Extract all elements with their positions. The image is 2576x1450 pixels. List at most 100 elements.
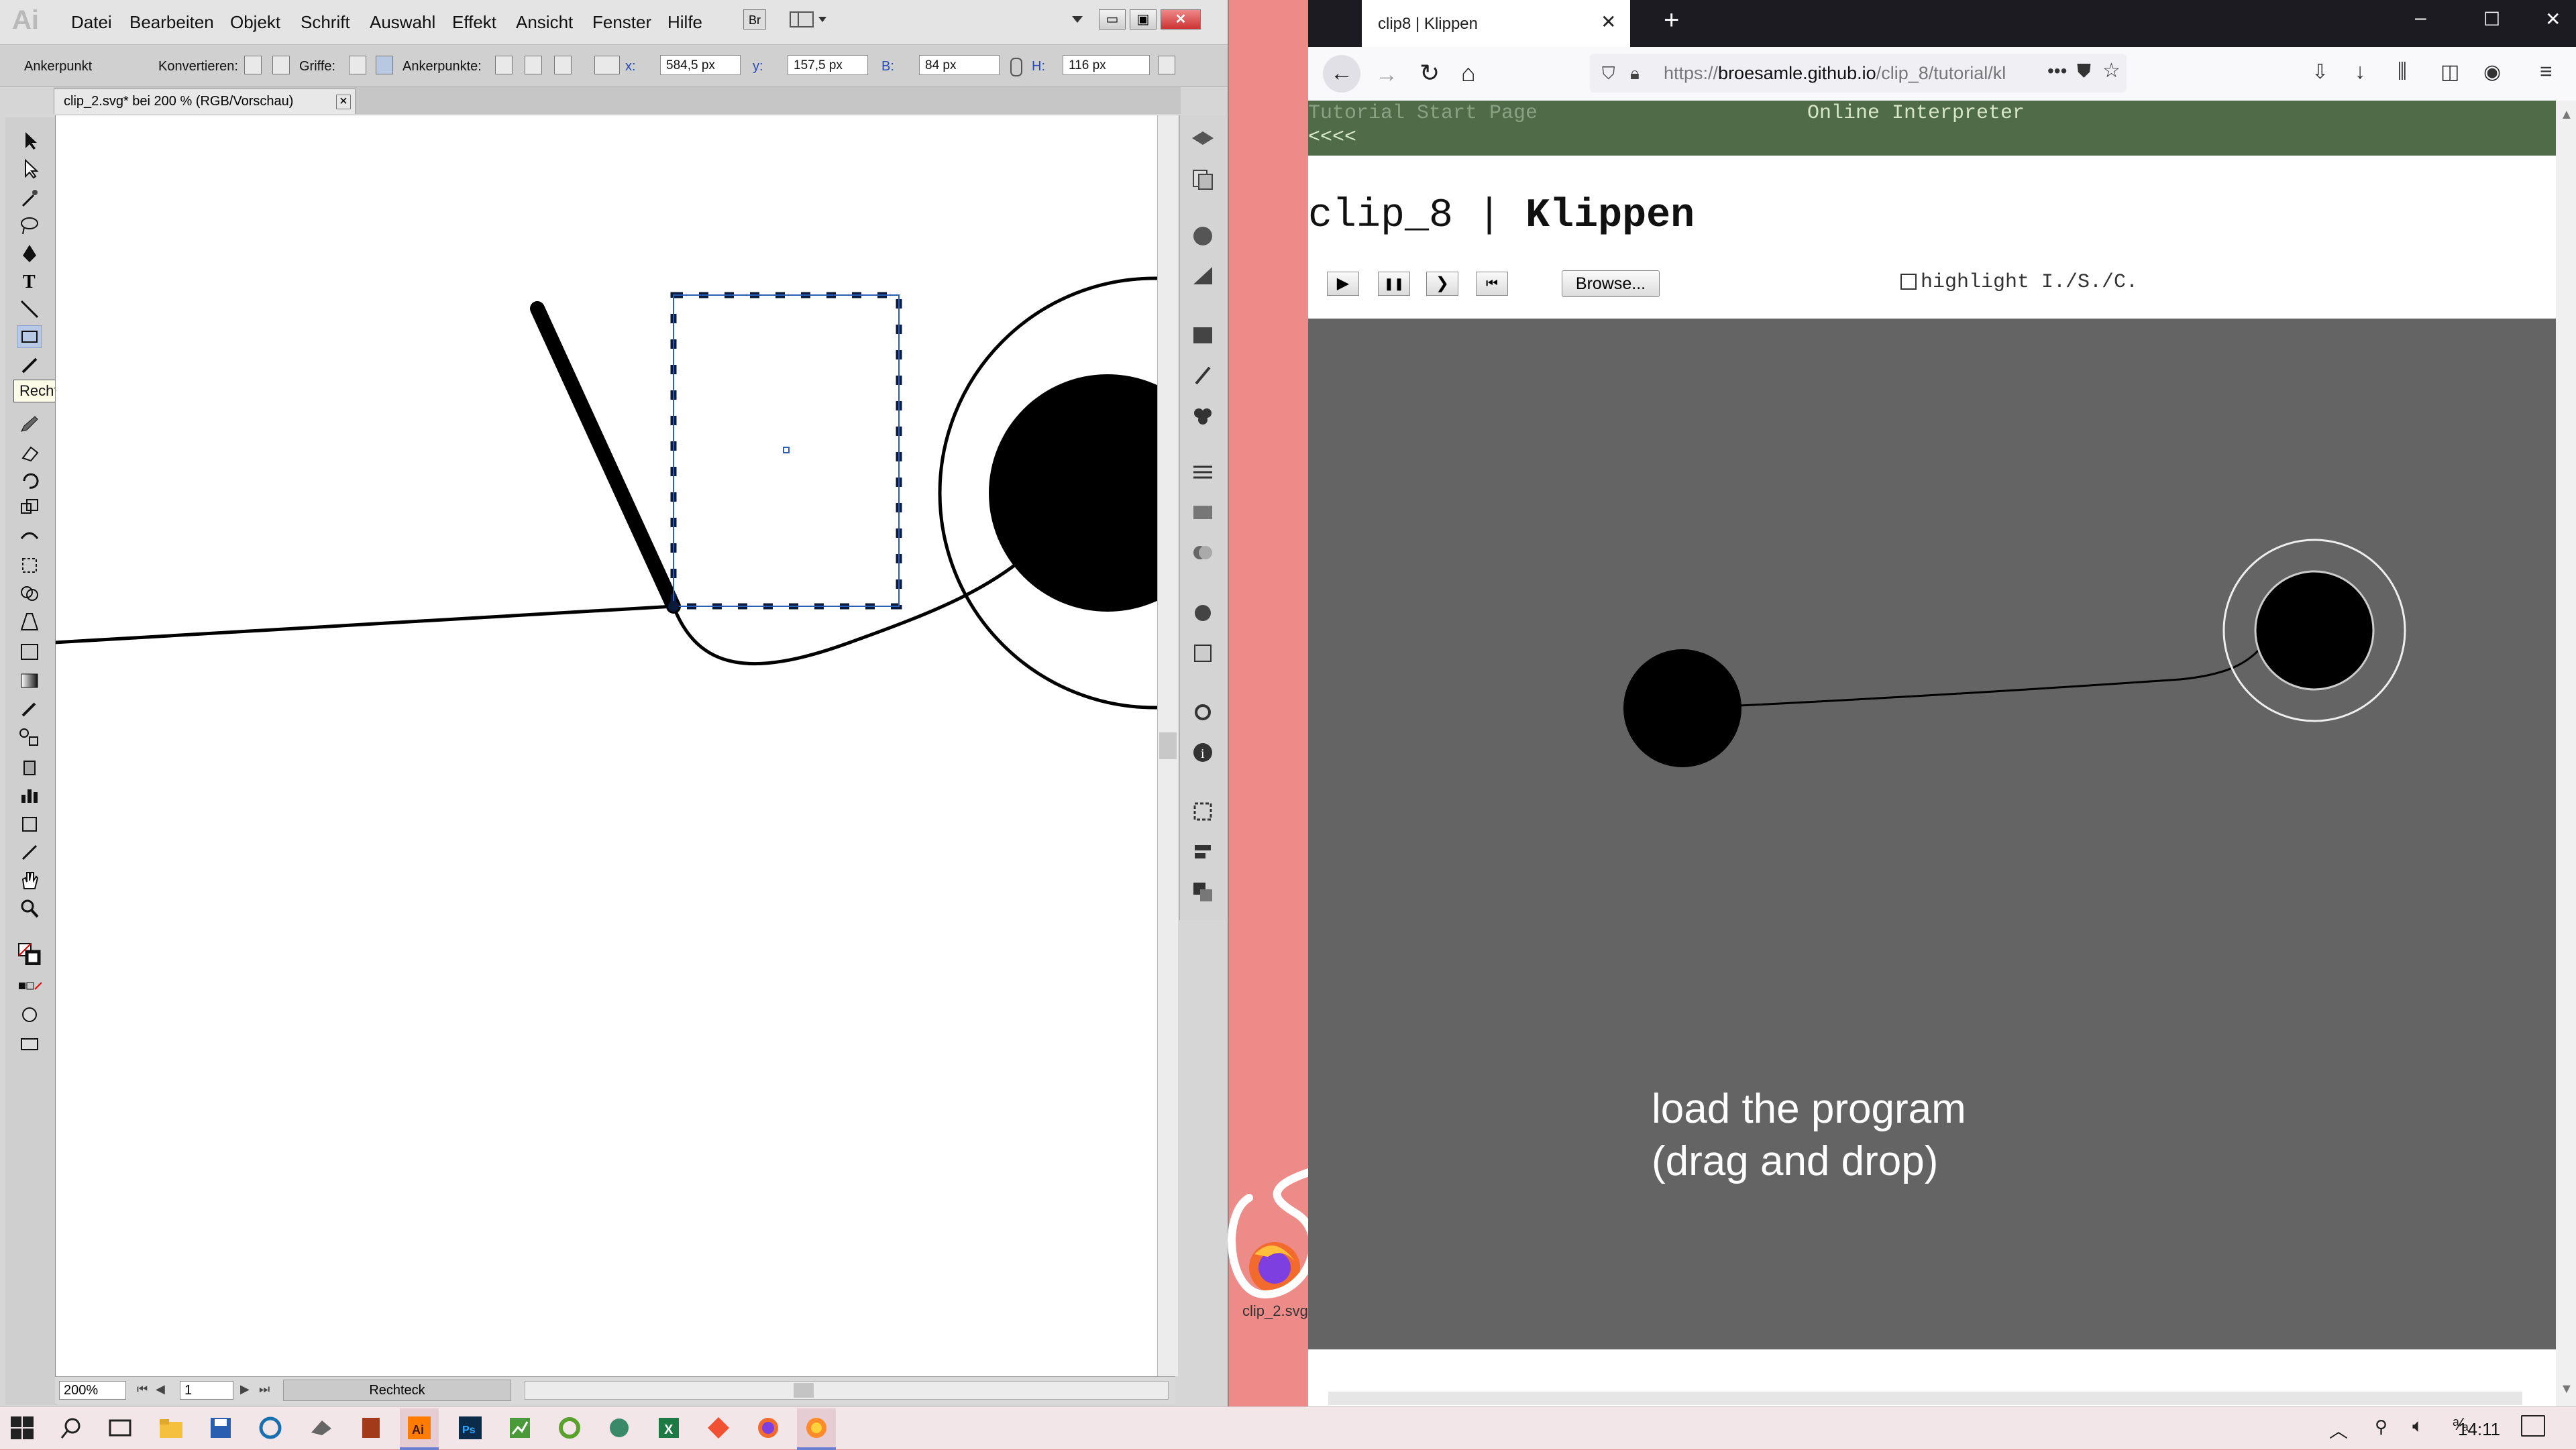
symbols-icon[interactable] [1189, 402, 1216, 429]
artboards-icon[interactable] [1189, 165, 1216, 192]
link-icon[interactable] [1010, 58, 1022, 76]
document-tab[interactable]: clip_2.svg* bei 200 % (RGB/Vorschau) ✕ [54, 89, 356, 114]
menu-ansicht[interactable]: Ansicht [516, 12, 573, 33]
artboard-canvas[interactable] [55, 115, 1158, 1376]
transform-panel-icon[interactable] [1189, 798, 1216, 825]
pathfinder-icon[interactable] [1189, 879, 1216, 905]
zoom-tool-icon[interactable] [17, 897, 42, 919]
app-book-icon[interactable] [358, 1415, 384, 1441]
fill-stroke-swap-icon[interactable] [17, 942, 42, 965]
close-button[interactable]: ✕ [1161, 9, 1201, 30]
tutorial-start-link[interactable]: Tutorial Start Page [1308, 102, 1538, 125]
page-horizontal-scrollbar[interactable] [1328, 1392, 2522, 1405]
downloads-tray-icon[interactable]: ⇩ [2312, 60, 2328, 84]
transform-icon[interactable] [1158, 56, 1175, 74]
column-graph-icon[interactable] [17, 783, 42, 805]
appearance-icon[interactable] [1189, 600, 1216, 626]
page-actions-icon[interactable]: ••• [2047, 60, 2067, 82]
chart-app-icon[interactable] [507, 1415, 533, 1441]
app-bird-icon[interactable] [309, 1415, 334, 1441]
shape-builder-icon[interactable] [17, 581, 42, 604]
reload-icon[interactable]: ↻ [1419, 59, 1440, 87]
lasso-icon[interactable] [17, 214, 42, 237]
y-field[interactable]: 157,5 px [788, 55, 868, 75]
firefox-taskbar-button[interactable] [797, 1408, 836, 1450]
play-button[interactable]: ▶ [1327, 272, 1359, 296]
navigator-icon[interactable] [1189, 699, 1216, 726]
diagonal-thick-path[interactable] [530, 301, 681, 614]
notifications-icon[interactable] [2521, 1415, 2545, 1437]
browse-button[interactable]: Browse... [1562, 270, 1660, 297]
search-icon[interactable] [59, 1415, 85, 1441]
horizontal-path[interactable] [56, 604, 674, 645]
back-icon[interactable]: ← [1323, 55, 1360, 93]
online-interpreter-link[interactable]: Online Interpreter [1807, 102, 2025, 125]
close-window-icon[interactable]: ✕ [2545, 8, 2561, 30]
git-app-icon[interactable] [706, 1415, 731, 1441]
scroll-up-icon[interactable]: ▲ [2560, 107, 2573, 123]
menu-effekt[interactable]: Effekt [452, 12, 496, 33]
symbol-sprayer-icon[interactable] [17, 755, 42, 777]
task-view-icon[interactable] [107, 1415, 133, 1441]
minimize-window-icon[interactable]: – [2415, 7, 2426, 30]
info-icon[interactable]: i [1189, 739, 1216, 766]
scroll-down-icon[interactable]: ▼ [2560, 1382, 2573, 1397]
zoom-select[interactable]: 200% [59, 1381, 126, 1400]
align-icon[interactable] [1189, 838, 1216, 865]
firefox-app-icon[interactable] [755, 1415, 781, 1441]
library-icon[interactable]: ⫼ [2398, 60, 2407, 83]
anchor-point[interactable] [668, 601, 679, 612]
clip8-run-area[interactable]: load the program (drag and drop) [1308, 319, 2556, 1349]
account-icon[interactable]: ◉ [2483, 60, 2501, 84]
pause-button[interactable]: ❚❚ [1378, 272, 1410, 296]
home-icon[interactable]: ⌂ [1461, 59, 1476, 87]
height-field[interactable]: 116 px [1063, 55, 1150, 75]
menu-objekt[interactable]: Objekt [230, 12, 280, 33]
menu-hilfe[interactable]: Hilfe [667, 12, 702, 33]
eyedropper-tool-icon[interactable] [17, 697, 42, 720]
selection-tool-icon[interactable] [17, 129, 42, 152]
cut-path-icon[interactable] [554, 56, 572, 74]
hamburger-menu-icon[interactable]: ≡ [2540, 59, 2553, 84]
illustrator-taskbar-button[interactable]: Ai [400, 1408, 439, 1450]
mesh-tool-icon[interactable] [17, 640, 42, 663]
x-field[interactable]: 584,5 px [660, 55, 741, 75]
gradient-tool-icon[interactable] [17, 669, 42, 691]
step-button[interactable]: ❯ [1426, 272, 1458, 296]
artboard-select[interactable]: 1 [180, 1381, 233, 1400]
back-link[interactable]: <<<< [1308, 126, 1356, 149]
sidebar-icon[interactable]: ◫ [2440, 60, 2459, 84]
save-app-icon[interactable] [208, 1415, 233, 1441]
show-hidden-icons-icon[interactable]: ︿ [2329, 1416, 2348, 1443]
close-document-icon[interactable]: ✕ [336, 95, 351, 109]
vertical-scrollbar[interactable] [1157, 115, 1178, 1376]
download-icon[interactable]: ↓ [2355, 59, 2365, 84]
brushes-icon[interactable] [1189, 362, 1216, 389]
pencil-tool-icon[interactable] [17, 412, 42, 435]
connect-anchor-icon[interactable] [525, 56, 542, 74]
sync-app-icon[interactable] [258, 1415, 283, 1441]
bookmark-star-icon[interactable]: ☆ [2102, 59, 2121, 82]
menu-bearbeiten[interactable]: Bearbeiten [129, 12, 214, 33]
clock[interactable]: 14:11 [2458, 1419, 2500, 1440]
free-transform-icon[interactable] [17, 553, 42, 576]
screen-mode-icon[interactable] [17, 1032, 42, 1055]
bridge-button[interactable]: Br [743, 9, 766, 30]
color-mode-icon[interactable] [17, 977, 42, 1000]
rewind-button[interactable]: ⏮ [1476, 272, 1508, 296]
next-artboard-icon[interactable]: ▶ [240, 1382, 250, 1396]
menu-datei[interactable]: Datei [71, 12, 112, 33]
paintbrush-tool-icon[interactable] [17, 353, 42, 376]
rectangle-tool-icon[interactable] [17, 325, 42, 348]
selected-rectangle[interactable] [670, 292, 902, 610]
qgis-app-icon[interactable] [557, 1415, 582, 1441]
magic-wand-icon[interactable] [17, 186, 42, 209]
rotate-tool-icon[interactable] [17, 469, 42, 492]
horizontal-scroll-thumb[interactable] [794, 1383, 814, 1398]
convert-smooth-icon[interactable] [272, 56, 290, 74]
layers-icon[interactable] [1189, 125, 1216, 152]
prev-artboard-icon[interactable]: ◀ [156, 1382, 165, 1396]
perspective-grid-icon[interactable] [17, 610, 42, 632]
direct-selection-tool-icon[interactable] [17, 158, 42, 180]
horizontal-scrollbar[interactable] [525, 1381, 1169, 1400]
